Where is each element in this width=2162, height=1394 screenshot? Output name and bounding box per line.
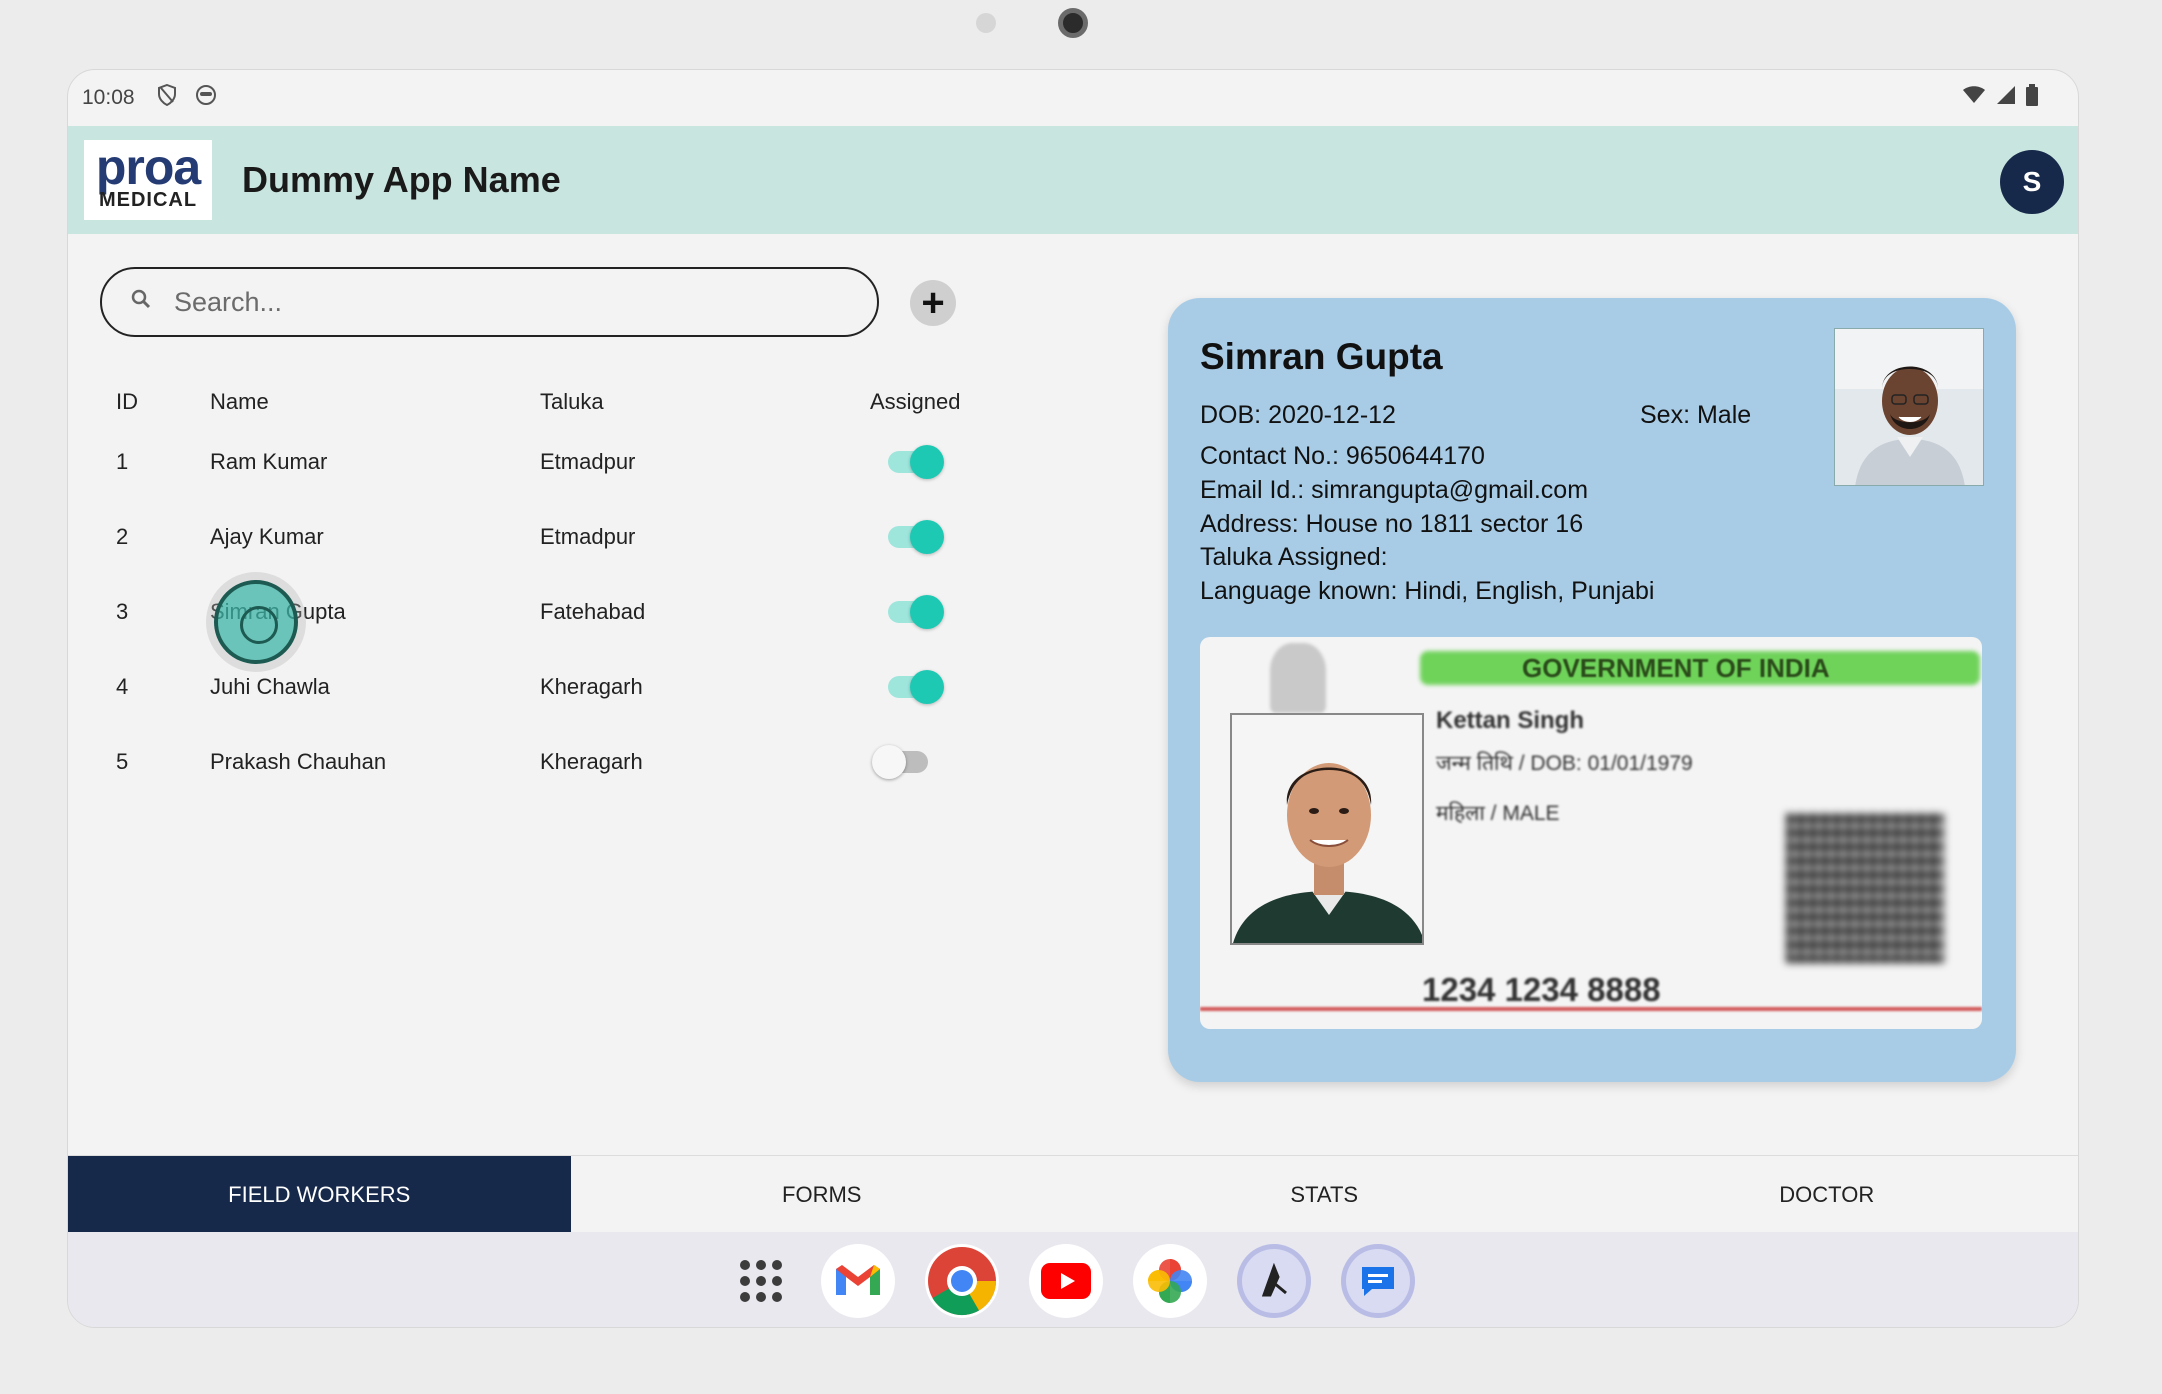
- add-button[interactable]: +: [910, 280, 956, 326]
- front-camera: [1058, 8, 1088, 38]
- assigned-toggle[interactable]: [888, 669, 944, 704]
- cell-taluka: Kheragarh: [540, 673, 643, 699]
- detail-address: Address: House no 1811 sector 16: [1200, 510, 1584, 538]
- cell-id: 5: [116, 748, 129, 774]
- id-card-photo: [1230, 713, 1424, 945]
- app-bar: proa MEDICAL Dummy App Name S: [68, 126, 2078, 234]
- header-id: ID: [116, 389, 138, 414]
- face-icon: [195, 84, 217, 112]
- photos-icon[interactable]: [1133, 1243, 1207, 1318]
- app-title: Dummy App Name: [242, 159, 561, 200]
- id-card-gender: महिला / MALE: [1436, 802, 1560, 825]
- bottom-tab-bar: FIELD WORKERS FORMS STATS DOCTOR: [68, 1155, 2079, 1233]
- search-icon: [130, 288, 152, 317]
- tab-forms[interactable]: FORMS: [571, 1156, 1074, 1233]
- qr-code: [1786, 813, 1944, 963]
- app-icon[interactable]: [1237, 1243, 1311, 1318]
- tab-stats[interactable]: STATS: [1073, 1156, 1576, 1233]
- status-bar: 10:08: [68, 70, 2078, 126]
- id-card-holder-name: Kettan Singh: [1436, 707, 1584, 734]
- detail-dob: DOB: 2020-12-12: [1200, 401, 1396, 429]
- cell-id: 3: [116, 598, 129, 624]
- table-row[interactable]: 2 Ajay Kumar Etmadpur: [116, 499, 1056, 574]
- table-header: ID Name Taluka Assigned: [116, 380, 1056, 424]
- battery-icon: [2026, 84, 2038, 112]
- profile-photo: [1834, 328, 1984, 486]
- detail-email: Email Id.: simrangupta@gmail.com: [1200, 476, 1589, 504]
- touch-indicator: [214, 580, 298, 664]
- shield-icon: [157, 83, 177, 112]
- cell-name[interactable]: Juhi Chawla: [210, 674, 540, 700]
- detail-languages: Language known: Hindi, English, Punjabi: [1200, 577, 1655, 605]
- assigned-toggle[interactable]: [888, 594, 944, 629]
- cell-id: 2: [116, 523, 129, 549]
- youtube-icon[interactable]: [1029, 1243, 1103, 1318]
- assigned-toggle[interactable]: [888, 519, 944, 554]
- user-avatar[interactable]: S: [2000, 150, 2064, 214]
- gmail-icon[interactable]: [821, 1243, 895, 1318]
- app-drawer-icon[interactable]: [731, 1244, 791, 1318]
- cell-name[interactable]: Ajay Kumar: [210, 524, 540, 550]
- detail-name: Simran Gupta: [1200, 336, 1443, 377]
- assigned-toggle[interactable]: [872, 744, 928, 779]
- id-card-stripe: [1200, 1007, 1982, 1011]
- tab-field-workers[interactable]: FIELD WORKERS: [68, 1156, 571, 1233]
- tab-doctor[interactable]: DOCTOR: [1576, 1156, 2079, 1233]
- wifi-icon: [1962, 85, 1986, 111]
- emblem-icon: [1270, 643, 1326, 713]
- cell-taluka: Kheragarh: [540, 748, 643, 774]
- search-input[interactable]: [174, 286, 774, 318]
- status-time: 10:08: [82, 86, 135, 109]
- cell-taluka: Fatehabad: [540, 598, 646, 624]
- header-assigned: Assigned: [870, 389, 961, 414]
- cell-taluka: Etmadpur: [540, 523, 636, 549]
- search-bar[interactable]: [100, 267, 879, 337]
- worker-detail-card: Simran Gupta DOB: 2020-12-12 Sex: Male C…: [1168, 298, 2016, 1082]
- messages-icon[interactable]: [1341, 1243, 1415, 1318]
- device-screen: 10:08 proa MEDICAL Dummy App Name S Sear…: [67, 69, 2079, 1328]
- app-dock: [68, 1232, 2078, 1327]
- id-card-image: GOVERNMENT OF INDIA Kettan Singh जन्म ति…: [1200, 637, 1982, 1029]
- header-taluka: Taluka: [540, 389, 604, 414]
- sensor-dot: [976, 13, 996, 33]
- table-row[interactable]: 1 Ram Kumar Etmadpur: [116, 424, 1056, 499]
- cell-id: 4: [116, 673, 129, 699]
- status-icons: [1962, 84, 2038, 112]
- signal-icon: [1996, 85, 2016, 111]
- detail-taluka: Taluka Assigned:: [1200, 543, 1388, 571]
- chrome-icon[interactable]: [925, 1243, 999, 1318]
- cell-name[interactable]: Ram Kumar: [210, 449, 540, 475]
- header-name: Name: [210, 389, 269, 414]
- cell-id: 1: [116, 448, 129, 474]
- logo-subtext: MEDICAL: [98, 189, 198, 211]
- logo-text: proa: [95, 139, 201, 195]
- cell-taluka: Etmadpur: [540, 448, 636, 474]
- id-card-dob: जन्म तिथि / DOB: 01/01/1979: [1436, 752, 1693, 775]
- detail-contact: Contact No.: 9650644170: [1200, 442, 1485, 470]
- plus-icon: +: [921, 281, 945, 325]
- cell-name[interactable]: Prakash Chauhan: [210, 749, 540, 775]
- detail-sex: Sex: Male: [1640, 401, 1752, 429]
- assigned-toggle[interactable]: [888, 444, 944, 479]
- id-card-header: GOVERNMENT OF INDIA: [1522, 653, 1830, 683]
- id-card-number: 1234 1234 8888: [1422, 971, 1661, 1008]
- app-logo: proa MEDICAL: [84, 140, 212, 220]
- table-row[interactable]: 5 Prakash Chauhan Kheragarh: [116, 724, 1056, 799]
